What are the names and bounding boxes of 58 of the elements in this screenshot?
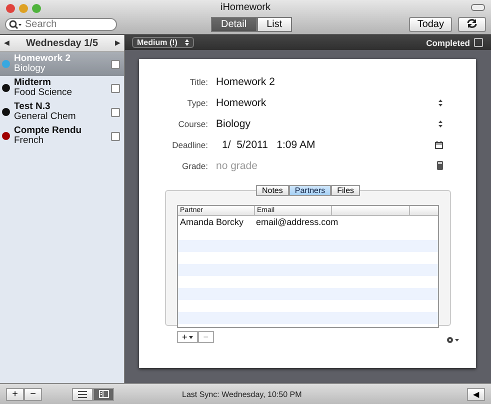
checkbox[interactable]: [111, 60, 120, 68]
calculator-icon[interactable]: [437, 161, 443, 170]
detail-view-button[interactable]: [93, 388, 114, 400]
assignment-course: Food Science: [14, 88, 74, 98]
completed-label: Completed: [426, 38, 470, 48]
detail-view-icon: [98, 390, 108, 398]
sync-status: Last Sync: Wednesday, 10:50 PM: [182, 390, 303, 398]
assignment-course: Biology: [14, 64, 46, 74]
field-value[interactable]: 1/ 5/2011 1:09 AM: [216, 138, 316, 150]
add-assignment-button[interactable]: +: [6, 388, 24, 400]
field-label: Title:: [188, 76, 208, 86]
settings-icon[interactable]: [446, 336, 460, 344]
field-value[interactable]: Homework: [216, 96, 266, 108]
sync-button[interactable]: [458, 16, 486, 32]
sync-icon: [467, 18, 477, 28]
window-title: iHomework: [219, 2, 272, 13]
date-label: Wednesday 1/5: [24, 38, 100, 48]
field-label: Grade:: [181, 160, 208, 170]
assignment-title: Compte Rendu: [14, 126, 83, 136]
close-button[interactable]: [6, 4, 15, 12]
popup-arrows-icon[interactable]: [438, 120, 443, 128]
table-cell-text: Amanda Borcky: [179, 216, 245, 228]
tab[interactable]: Files: [331, 185, 360, 196]
tab[interactable]: Partners: [288, 185, 332, 196]
assignment-title: Test N.3: [14, 102, 52, 112]
caret-icon: [189, 336, 194, 338]
assignment-item[interactable]: Midterm Food Science: [0, 76, 124, 100]
priority-dropdown[interactable]: Medium (!): [132, 37, 194, 48]
popup-arrows-icon: [185, 39, 190, 46]
field-value[interactable]: Homework 2: [216, 76, 275, 88]
tab[interactable]: Notes: [256, 185, 289, 196]
list-view-button[interactable]: [72, 388, 93, 400]
view-tab[interactable]: Detail: [211, 16, 257, 32]
field-label: Deadline:: [171, 140, 208, 150]
field-value[interactable]: Biology: [216, 118, 250, 130]
field-label: Type:: [186, 98, 208, 108]
assignment-title: Homework 2: [14, 54, 72, 64]
toolbar-toggle-button[interactable]: [471, 4, 485, 10]
calendar-icon[interactable]: [435, 140, 443, 148]
checkbox[interactable]: [111, 84, 120, 92]
completed-checkbox[interactable]: [474, 38, 483, 47]
assignment-title: Midterm: [14, 78, 52, 88]
assignment-item[interactable]: Test N.3 General Chem: [0, 100, 124, 124]
list-icon: [78, 390, 87, 398]
field-label: Course:: [177, 118, 208, 128]
table-cell-text: email@address.com: [255, 216, 338, 228]
checkbox[interactable]: [111, 132, 120, 140]
view-tab[interactable]: List: [256, 16, 292, 32]
collapse-button[interactable]: ◀: [467, 388, 485, 400]
popup-arrows-icon[interactable]: [438, 98, 443, 106]
add-partner-button[interactable]: +: [177, 331, 198, 343]
checkbox[interactable]: [111, 108, 120, 116]
assignment-course: French: [14, 136, 45, 146]
today-button[interactable]: Today: [409, 16, 452, 32]
assignment-item[interactable]: Compte Rendu French: [0, 124, 124, 148]
search-field[interactable]: Search: [5, 18, 117, 30]
remove-assignment-button[interactable]: −: [24, 388, 42, 400]
assignment-course: General Chem: [14, 112, 77, 122]
